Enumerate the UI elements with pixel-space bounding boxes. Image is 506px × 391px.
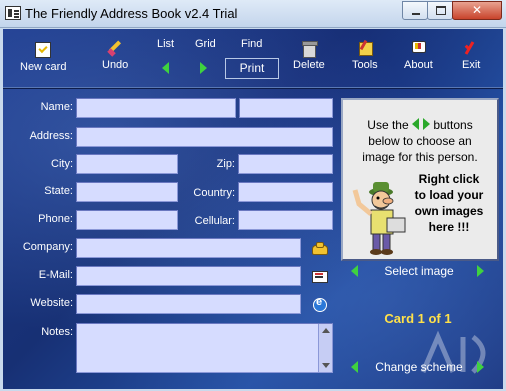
- hint-line4: here !!!: [428, 220, 470, 234]
- cellular-field[interactable]: [238, 210, 333, 230]
- previous-scheme-arrow-icon[interactable]: [351, 361, 358, 373]
- notes-scrollbar[interactable]: [318, 324, 332, 372]
- telephone-icon[interactable]: [312, 241, 328, 255]
- cellular-label: Cellular:: [194, 215, 235, 227]
- person-image-panel[interactable]: Use the buttons below to choose an image…: [341, 98, 499, 261]
- last-name-field[interactable]: [239, 98, 333, 118]
- address-field[interactable]: [76, 127, 333, 147]
- email-envelope-icon[interactable]: [312, 269, 328, 283]
- right-click-hint: Right click to load your own images here…: [403, 171, 495, 235]
- card-position-status: Card 1 of 1: [384, 311, 452, 326]
- website-label: Website:: [30, 297, 73, 309]
- next-image-arrow-icon[interactable]: [477, 265, 484, 277]
- next-card-arrow-icon[interactable]: [200, 62, 207, 74]
- exit-button[interactable]: Exit: [462, 40, 480, 71]
- notes-textarea[interactable]: [76, 323, 333, 373]
- previous-card-arrow-icon[interactable]: [162, 62, 169, 74]
- toolbar-divider: [3, 87, 503, 89]
- watermark-logo: [420, 330, 486, 374]
- image-instructions: Use the buttons below to choose an image…: [343, 117, 497, 165]
- instruction-line3: image for this person.: [362, 150, 478, 164]
- list-label: List: [157, 38, 175, 50]
- maximize-icon: [436, 6, 446, 15]
- left-right-arrows-icon: [411, 118, 430, 130]
- zip-field[interactable]: [238, 154, 333, 174]
- close-window-button[interactable]: ✕: [452, 1, 502, 20]
- tools-icon: [357, 40, 373, 56]
- new-card-button[interactable]: New card: [20, 42, 66, 73]
- previous-image-arrow-icon[interactable]: [351, 265, 358, 277]
- minimize-button[interactable]: [402, 1, 428, 20]
- hint-line1: Right click: [418, 172, 480, 186]
- email-label: E-Mail:: [38, 269, 73, 281]
- state-label: State:: [44, 185, 73, 197]
- grid-label: Grid: [195, 38, 216, 50]
- company-field[interactable]: [76, 238, 301, 258]
- internet-browser-icon[interactable]: [312, 296, 327, 312]
- undo-brush-icon: [107, 40, 123, 56]
- company-label: Company:: [22, 241, 73, 253]
- tools-label: Tools: [352, 59, 378, 71]
- cartoon-man-icon: [352, 182, 406, 255]
- country-label: Country:: [193, 187, 235, 199]
- new-card-icon: [35, 42, 52, 58]
- phone-field[interactable]: [76, 210, 178, 230]
- trash-can-icon: [301, 40, 318, 58]
- address-book-app-icon: [5, 6, 21, 20]
- city-label: City:: [51, 158, 73, 170]
- state-field[interactable]: [76, 182, 178, 202]
- list-view-button[interactable]: List: [157, 38, 174, 50]
- zip-label: Zip:: [216, 158, 235, 170]
- grid-view-button[interactable]: Grid: [195, 38, 216, 50]
- close-icon: ✕: [471, 3, 483, 17]
- undo-label: Undo: [102, 59, 129, 71]
- phone-label: Phone:: [38, 213, 73, 225]
- country-field[interactable]: [238, 182, 333, 202]
- exit-checkmark-icon: [463, 40, 479, 56]
- email-field[interactable]: [76, 266, 301, 286]
- delete-button[interactable]: Delete: [293, 40, 325, 71]
- minimize-icon: [412, 13, 420, 15]
- maximize-button[interactable]: [427, 1, 453, 20]
- select-image-label: Select image: [384, 264, 454, 278]
- notes-label: Notes:: [41, 326, 73, 338]
- main-panel: New card Undo List Grid Find Print Delet…: [3, 29, 503, 389]
- change-scheme-label: Change scheme: [375, 360, 463, 374]
- new-card-label: New card: [20, 61, 67, 73]
- find-button[interactable]: Find: [241, 38, 262, 50]
- address-label: Address:: [29, 130, 73, 142]
- exit-label: Exit: [462, 59, 481, 71]
- about-info-icon: [410, 40, 427, 56]
- name-label: Name:: [40, 101, 73, 113]
- about-button[interactable]: About: [404, 40, 433, 71]
- undo-button[interactable]: Undo: [102, 40, 128, 71]
- first-name-field[interactable]: [76, 98, 236, 118]
- instruction-line1-end: buttons: [433, 118, 473, 132]
- tools-button[interactable]: Tools: [352, 40, 378, 71]
- city-field[interactable]: [76, 154, 178, 174]
- window-title: The Friendly Address Book v2.4 Trial: [25, 6, 238, 21]
- title-bar: The Friendly Address Book v2.4 Trial ✕: [0, 0, 506, 28]
- hint-line3: own images: [414, 204, 484, 218]
- next-scheme-arrow-icon[interactable]: [477, 361, 484, 373]
- find-label: Find: [241, 38, 263, 50]
- delete-label: Delete: [293, 59, 325, 71]
- print-button[interactable]: Print: [225, 58, 279, 79]
- website-field[interactable]: [76, 294, 301, 314]
- hint-line2: to load your: [414, 188, 484, 202]
- about-label: About: [404, 59, 433, 71]
- instruction-line1-start: Use the: [367, 118, 409, 132]
- instruction-line2: below to choose an: [368, 134, 472, 148]
